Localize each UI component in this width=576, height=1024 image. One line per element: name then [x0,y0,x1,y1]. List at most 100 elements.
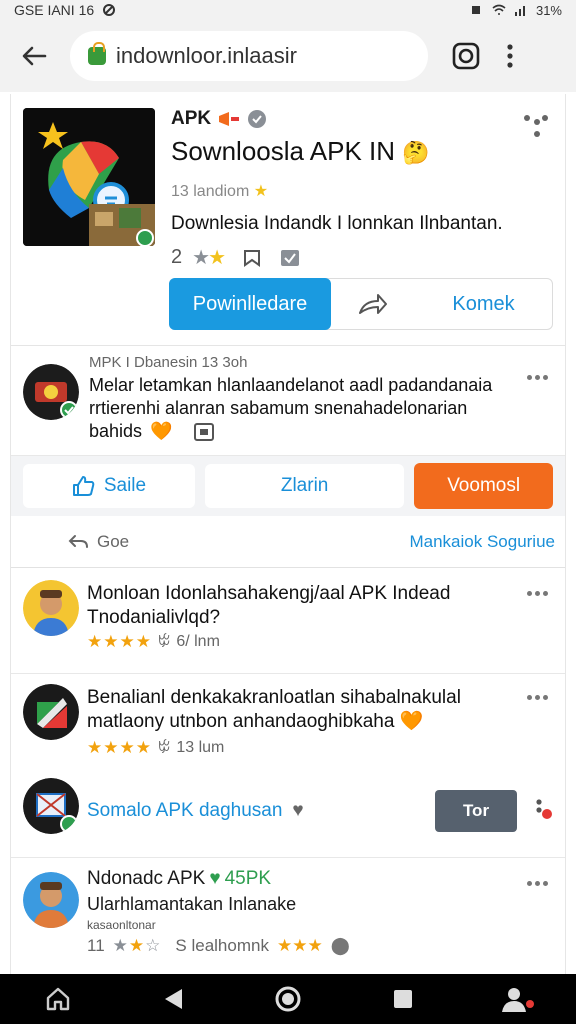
promo-avatar [23,778,79,834]
heart-icon: 🧡 [150,421,173,441]
post-avatar[interactable] [23,364,79,420]
voomosl-button[interactable]: Voomosl [414,463,553,509]
rating-stars-icon: ★★ [192,247,226,269]
promo-label: Somalo APK daghusan [87,800,283,821]
status-bar: GSE IANI 16 31% [0,0,576,20]
review-title-line-1: Benalianl denkakakranloatlan sihabalnaku… [87,687,461,708]
avatar-icon [23,580,79,636]
stars-icon: ★★★★ [87,738,152,757]
review-title-line-2: Tnodanialivlqd? [87,607,221,628]
post-line-2-wrap: rrtierenhi alanran sabamum snenahadelona… [89,397,509,420]
review-more-button[interactable] [527,878,551,888]
recents-circle-button[interactable] [268,979,308,1019]
mixed-stars-icon: ★★☆ [112,936,162,955]
home-button[interactable] [38,979,78,1019]
app-meta: 2 ★★ [171,245,551,270]
page-content: APK Sownloosla APK IN 🤔 13 landiom ★ Dow… [10,94,566,974]
app-rating-line: 13 landiom ★ [171,181,551,201]
review-item[interactable]: Ndonadc APK ♥ 45PK Ularhlamantakan Inlan… [11,858,565,974]
megaphone-icon [219,112,240,126]
browser-menu-button[interactable] [500,40,520,72]
komek-button[interactable]: Komek [415,279,552,329]
person-icon [502,988,535,1012]
app-logo-icon [23,108,155,246]
overview-button[interactable] [383,979,423,1019]
review-rating: ★★★★ ꔲ 13 lum [87,738,224,758]
review-item[interactable]: Monloan Idonlahsahakengj/aal APK Indead … [11,568,565,674]
mute-icon [471,6,480,14]
review-item[interactable]: Benalianl denkakakranloatlan sihabalnaku… [11,674,565,778]
avatar-icon [23,364,79,420]
last-review-line-3: kasaonltonar [87,918,156,932]
status-left: GSE IANI 16 [14,2,116,18]
image-icon[interactable] [194,422,215,441]
url-bar[interactable]: indownloor.inlaasir [70,31,428,81]
arrow-left-icon [22,46,47,66]
post-line-3-wrap: bahids 🧡 [89,420,509,443]
browser-toolbar: indownloor.inlaasir [0,20,576,92]
last-review-label: S lealhomnk [175,936,269,955]
review-rating-text: 6/ lnm [176,633,220,650]
system-nav-bar [0,974,576,1024]
signal-icon [514,6,525,16]
site-lock-icon [88,42,106,65]
zlarin-button[interactable]: Zlarin [204,464,405,508]
review-avatar [23,872,79,928]
share-arrow-icon [359,294,387,314]
post-more-button[interactable] [527,372,551,382]
share-button[interactable] [331,279,415,329]
avatar-icon [23,872,79,928]
review-more-button[interactable] [527,692,551,702]
thumb-up-icon [72,476,95,496]
review-avatar [23,580,79,636]
saile-button[interactable]: Saile [23,464,195,508]
last-review-title: Ndonadc APK ♥ 45PK [87,868,271,890]
app-title-text: Sownloosla APK IN [171,136,396,166]
rating-person-icon: ꔲ [157,739,171,756]
green-heart-icon: ♥ [209,868,221,889]
last-review-title-text: Ndonadc APK [87,868,206,889]
promo-button[interactable]: Tor [435,790,517,832]
undo-thumb-icon [68,534,88,548]
promo-text[interactable]: Somalo APK daghusan ♥ [87,800,304,822]
more-suggestions-link[interactable]: Mankaiok Soguriue [409,532,555,552]
post-body: Melar letamkan hlanlaandelanot aadl pada… [89,374,509,443]
star-icon: ★ [253,183,269,200]
app-info: APK Sownloosla APK IN 🤔 13 landiom ★ Dow… [171,108,551,270]
last-review-tag: 45PK [224,868,272,889]
location-pin-icon: ⬤ [330,936,350,955]
app-badge: APK [171,108,551,130]
url-text: indownloor.inlaasir [116,43,297,68]
rating-value: 2 [171,246,183,268]
review-more-button[interactable] [527,588,551,598]
bookmark-icon[interactable] [242,249,262,267]
checkbox-icon[interactable] [280,249,300,267]
saile-label: Saile [103,475,147,496]
app-description: Downlesia Indandk I lonnkan Ilnbantan. [171,213,503,234]
more-notify-icon[interactable] [533,798,553,820]
goe-link[interactable]: Goe [67,532,129,552]
avatar-icon [23,684,79,740]
tab-switcher-button[interactable] [450,40,482,72]
square-icon [394,990,413,1008]
review-title: Benalianl denkakakranloatlan sihabalnaku… [87,686,527,734]
profile-button[interactable] [498,979,538,1019]
avatar-icon [23,778,79,834]
download-button[interactable]: Powinlledare [169,278,331,330]
battery-text: 31% [535,2,562,18]
heart-icon: 🧡 [399,711,424,732]
review-rating-text: 13 lum [176,739,225,756]
share-dots-icon[interactable] [523,114,549,140]
status-right: 31% [470,3,562,18]
review-title-line-2: matlaony utnbon anhandaoghibkaha [87,711,395,732]
app-logo[interactable] [23,108,155,246]
back-button[interactable] [14,36,54,76]
review-title-line-1: Monloan Idonlahsahakengj/aal APK Indead [87,583,451,604]
stars-icon: ★★★ [276,936,323,955]
post-line-2: rrtierenhi alanran sabamum snenahadelona… [89,398,468,418]
post-meta: MPK I Dbanesin 13 3oh [89,354,248,371]
review-rating: ★★★★ ꔲ 6/ lnm [87,632,220,652]
back-nav-button[interactable] [153,979,193,1019]
last-review-rating: 11 ★★☆ S lealhomnk ★★★ ⬤ [87,936,350,956]
promo-row: Somalo APK daghusan ♥ Tor [11,778,565,858]
